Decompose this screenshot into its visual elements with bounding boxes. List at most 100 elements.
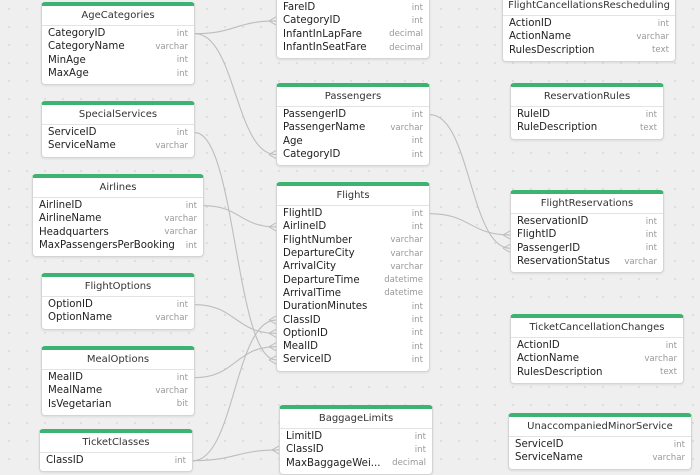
field-row[interactable]: ActionName varchar: [511, 352, 683, 365]
field-row[interactable]: RulesDescription text: [511, 366, 683, 379]
table-title[interactable]: FlightReservations: [511, 194, 663, 214]
table-title[interactable]: Passengers: [277, 87, 429, 107]
field-row[interactable]: ServiceID int: [509, 438, 691, 451]
diagram-canvas[interactable]: AgeCategories CategoryID int CategoryName va…: [0, 0, 700, 475]
table-reservationrules[interactable]: ReservationRules RuleID int RuleDescription…: [510, 83, 664, 140]
field-row[interactable]: RuleDescription text: [511, 121, 663, 134]
field-row[interactable]: ActionID int: [503, 17, 675, 30]
field-row[interactable]: ActionID int: [511, 339, 683, 352]
field-row[interactable]: InfantInLapFare decimal: [277, 28, 429, 41]
field-type: varchar: [155, 140, 188, 151]
field-row[interactable]: MealName varchar: [42, 384, 194, 397]
table-airlines[interactable]: Airlines AirlineID int AirlineName varchar He…: [32, 174, 204, 258]
table-flightcancel[interactable]: FlightCancellationsRescheduling ActionID i…: [502, 0, 676, 62]
table-ticketcancel[interactable]: TicketCancellationChanges ActionID int Acti…: [510, 314, 684, 384]
crows-foot-icon: [268, 16, 277, 26]
table-title[interactable]: Airlines: [33, 178, 203, 198]
field-row[interactable]: LimitID int: [280, 430, 432, 443]
field-row[interactable]: OptionID int: [277, 327, 429, 340]
relation-line: [192, 319, 277, 462]
field-row[interactable]: IsVegetarian bit: [42, 398, 194, 411]
field-type: decimal: [389, 29, 423, 40]
field-row[interactable]: AirlineID int: [33, 199, 203, 212]
field-row[interactable]: AirlineName varchar: [33, 212, 203, 225]
field-row[interactable]: MealID int: [277, 340, 429, 353]
field-row[interactable]: ClassID int: [40, 454, 192, 467]
table-farebyage[interactable]: FaresByAgeCategoryFareIDintCategoryIDint…: [276, 0, 430, 60]
table-title[interactable]: MealOptions: [42, 350, 194, 370]
field-row[interactable]: DepartureTime datetime: [277, 273, 429, 286]
field-type: int: [176, 372, 188, 383]
field-row[interactable]: OptionID int: [42, 298, 194, 311]
table-title[interactable]: AgeCategories: [42, 6, 194, 26]
field-type: int: [645, 229, 657, 240]
field-row[interactable]: PassengerName varchar: [277, 121, 429, 134]
relation-line: [203, 205, 277, 228]
table-title[interactable]: FlightOptions: [42, 277, 194, 297]
table-title[interactable]: Flights: [277, 186, 429, 206]
field-row[interactable]: ServiceName varchar: [509, 451, 691, 464]
table-mealoptions[interactable]: MealOptions MealID int MealName varchar IsVeg…: [41, 346, 195, 416]
field-row[interactable]: Age int: [277, 135, 429, 148]
field-row[interactable]: Headquarters varchar: [33, 226, 203, 239]
field-row[interactable]: ServiceID int: [42, 126, 194, 139]
field-type: int: [645, 109, 657, 120]
field-name: AirlineID: [39, 200, 83, 212]
table-passengers[interactable]: Passengers PassengerID int PassengerName var…: [276, 83, 430, 167]
field-row[interactable]: MaxPassengersPerBooking int: [33, 239, 203, 252]
table-agecategories[interactable]: AgeCategories CategoryID int CategoryName va…: [41, 2, 195, 86]
field-row[interactable]: OptionName varchar: [42, 311, 194, 324]
table-flightreservations[interactable]: FlightReservations ReservationID int Flight…: [510, 190, 664, 274]
table-title[interactable]: SpecialServices: [42, 105, 194, 125]
field-row[interactable]: CategoryID int: [277, 148, 429, 161]
field-name: DepartureCity: [283, 248, 355, 260]
field-row[interactable]: FlightID int: [277, 207, 429, 220]
field-row[interactable]: ReservationStatus varchar: [511, 255, 663, 268]
table-title[interactable]: FlightCancellationsRescheduling: [503, 0, 675, 16]
field-row[interactable]: ArrivalCity varchar: [277, 260, 429, 273]
crows-foot-icon: [268, 315, 277, 325]
crows-foot-icon: [268, 222, 277, 232]
field-row[interactable]: RuleID int: [511, 108, 663, 121]
field-row[interactable]: FlightNumber varchar: [277, 234, 429, 247]
table-flights[interactable]: Flights FlightID int AirlineID int FlightNumb…: [276, 182, 430, 372]
field-row[interactable]: ReservationID int: [511, 215, 663, 228]
table-title[interactable]: TicketCancellationChanges: [511, 318, 683, 338]
field-row[interactable]: ServiceName varchar: [42, 139, 194, 152]
field-row[interactable]: CategoryID int: [42, 27, 194, 40]
field-row[interactable]: ClassID int: [277, 313, 429, 326]
field-row[interactable]: AirlineID int: [277, 220, 429, 233]
field-row[interactable]: PassengerID int: [511, 242, 663, 255]
field-name: MaxAge: [48, 68, 89, 80]
field-row[interactable]: DurationMinutes int: [277, 300, 429, 313]
field-type: int: [411, 15, 423, 26]
table-flightoptions[interactable]: FlightOptions OptionID int OptionName varcha…: [41, 273, 195, 330]
field-row[interactable]: InfantInSeatFare decimal: [277, 41, 429, 54]
field-row[interactable]: PassengerID int: [277, 108, 429, 121]
field-name: FareID: [283, 2, 316, 14]
table-title[interactable]: UnaccompaniedMinorService: [509, 417, 691, 437]
table-title[interactable]: BaggageLimits: [280, 409, 432, 429]
crows-foot-icon: [268, 328, 277, 338]
field-row[interactable]: ClassID int: [280, 443, 432, 456]
field-type: int: [665, 340, 677, 351]
field-type: int: [411, 136, 423, 147]
field-row[interactable]: FareID int: [277, 1, 429, 14]
field-row[interactable]: RulesDescription text: [503, 44, 675, 57]
table-baggagelimits[interactable]: BaggageLimits LimitID int ClassID int MaxBagg…: [279, 405, 433, 475]
field-row[interactable]: MinAge int: [42, 54, 194, 67]
field-row[interactable]: MaxAge int: [42, 67, 194, 80]
field-row[interactable]: FlightID int: [511, 228, 663, 241]
table-title[interactable]: ReservationRules: [511, 87, 663, 107]
field-row[interactable]: ArrivalTime datetime: [277, 287, 429, 300]
field-row[interactable]: CategoryName varchar: [42, 40, 194, 53]
field-row[interactable]: CategoryID int: [277, 14, 429, 27]
field-row[interactable]: MaxBaggageWei... decimal: [280, 457, 432, 470]
field-row[interactable]: ServiceID int: [277, 353, 429, 366]
field-row[interactable]: DepartureCity varchar: [277, 247, 429, 260]
field-row[interactable]: MealID int: [42, 371, 194, 384]
table-specialservices[interactable]: SpecialServices ServiceID int ServiceName va…: [41, 101, 195, 158]
table-title[interactable]: TicketClasses: [40, 433, 192, 453]
table-unaccompanied[interactable]: UnaccompaniedMinorService ServiceID int Ser…: [508, 413, 692, 470]
field-row[interactable]: ActionName varchar: [503, 30, 675, 43]
